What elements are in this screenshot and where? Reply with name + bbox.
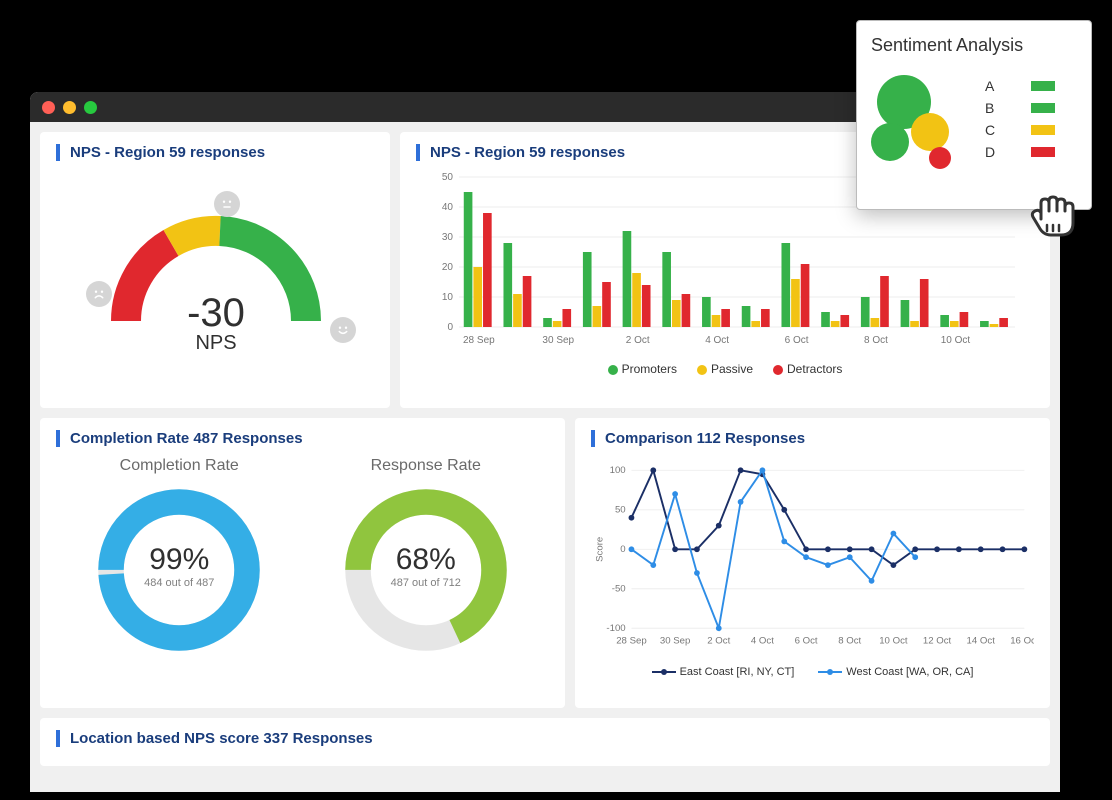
donut-a-title: Completion Rate [94,457,264,475]
sentiment-legend-item: A [985,78,1055,94]
legend-item: West Coast [WA, OR, CA] [818,666,973,678]
svg-text:12 Oct: 12 Oct [923,636,952,647]
overlay-sentiment-analysis[interactable]: Sentiment Analysis ABCD [856,20,1092,210]
svg-text:Score: Score [595,537,606,562]
legend-item: Passive [697,362,753,376]
sentiment-legend-item: D [985,144,1055,160]
svg-text:30: 30 [442,232,454,243]
nps-gauge: -30 NPS [56,171,376,371]
svg-text:0: 0 [447,322,453,333]
svg-text:2 Oct: 2 Oct [626,335,650,346]
nps-label: NPS [56,332,376,355]
svg-text:4 Oct: 4 Oct [751,636,774,647]
donut-a-sub: 484 out of 487 [94,577,264,589]
donut-b-value: 68% [341,543,511,577]
sentiment-legend-item: B [985,100,1055,116]
line-chart-legend: East Coast [RI, NY, CT] West Coast [WA, … [591,666,1034,678]
svg-text:8 Oct: 8 Oct [864,335,888,346]
donut-a-value: 99% [94,543,264,577]
pointer-hand-icon [1021,181,1085,245]
svg-text:28 Sep: 28 Sep [616,636,647,647]
svg-text:50: 50 [615,505,626,516]
card-nps-gauge: NPS - Region 59 responses [40,132,390,408]
svg-text:100: 100 [610,465,626,476]
donut-b-sub: 487 out of 712 [341,577,511,589]
svg-text:10 Oct: 10 Oct [879,636,908,647]
svg-text:6 Oct: 6 Oct [785,335,809,346]
card-location: Location based NPS score 337 Responses [40,718,1050,766]
donut-response: Response Rate 68% 487 out of 712 [341,457,511,655]
overlay-title: Sentiment Analysis [871,35,1077,57]
card-completion: Completion Rate 487 Responses Completion… [40,418,565,708]
dashboard-content: NPS - Region 59 responses [30,122,1060,792]
card-title-nps-gauge: NPS - Region 59 responses [56,144,374,161]
svg-text:14 Oct: 14 Oct [967,636,996,647]
svg-text:10 Oct: 10 Oct [941,335,971,346]
svg-text:30 Sep: 30 Sep [660,636,691,647]
card-title-completion: Completion Rate 487 Responses [56,430,549,447]
svg-text:30 Sep: 30 Sep [542,335,574,346]
sentiment-legend: ABCD [985,78,1055,160]
svg-text:8 Oct: 8 Oct [838,636,861,647]
card-comparison: Comparison 112 Responses -100 -50 0 50 100 Sc… [575,418,1050,708]
sentiment-legend-item: C [985,122,1055,138]
donut-completion: Completion Rate 99% 484 out of 487 [94,457,264,655]
card-title-location: Location based NPS score 337 Responses [56,730,1034,747]
neutral-face-icon [214,191,240,217]
window-close-button[interactable] [42,101,55,114]
svg-text:-100: -100 [606,623,625,634]
svg-text:28 Sep: 28 Sep [463,335,495,346]
svg-text:10: 10 [442,292,454,303]
svg-text:2 Oct: 2 Oct [707,636,730,647]
svg-text:40: 40 [442,202,454,213]
comparison-line-chart: -100 -50 0 50 100 Score 28 Sep 30 Sep 2 Oct 4 Oct… [591,457,1034,657]
bar-chart-legend: Promoters Passive Detractors [416,362,1034,376]
svg-text:16 Oct: 16 Oct [1010,636,1034,647]
window-maximize-button[interactable] [84,101,97,114]
svg-text:0: 0 [620,544,625,555]
sentiment-bubbles [871,69,971,169]
card-title-comparison: Comparison 112 Responses [591,430,1034,447]
donut-b-title: Response Rate [341,457,511,475]
svg-text:50: 50 [442,172,454,183]
svg-text:4 Oct: 4 Oct [705,335,729,346]
legend-item: Promoters [608,362,677,376]
nps-value: -30 [56,291,376,336]
window-minimize-button[interactable] [63,101,76,114]
svg-text:20: 20 [442,262,454,273]
legend-item: Detractors [773,362,842,376]
svg-text:-50: -50 [612,584,626,595]
legend-item: East Coast [RI, NY, CT] [652,666,795,678]
svg-text:6 Oct: 6 Oct [795,636,818,647]
